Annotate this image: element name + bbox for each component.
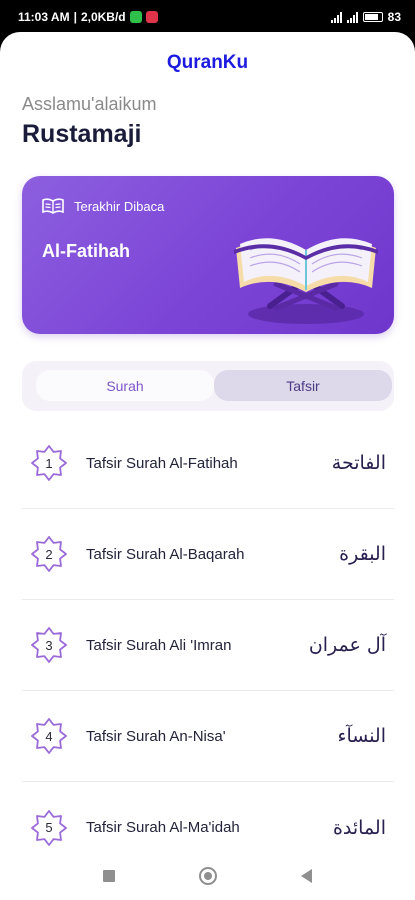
back-icon[interactable] <box>301 869 312 883</box>
tafsir-list: 1 Tafsir Surah Al-Fatihah الفاتحة 2 Tafs… <box>22 418 394 873</box>
app-notification-icon <box>129 11 142 23</box>
item-title: Tafsir Surah Al-Ma'idah <box>86 819 240 836</box>
book-icon <box>42 198 64 214</box>
item-title: Tafsir Surah Al-Fatihah <box>86 454 238 472</box>
tab-surah[interactable]: Surah <box>36 370 214 401</box>
battery-level: 83 <box>387 10 401 24</box>
status-speed: 2,0KB/d <box>80 10 126 24</box>
system-nav-bar <box>0 852 415 900</box>
status-separator: | <box>73 10 77 24</box>
status-right: 83 <box>330 10 401 24</box>
last-read-tag: Terakhir Dibaca <box>42 198 164 214</box>
app-title: QuranKu <box>166 52 249 73</box>
list-item[interactable]: 2 Tafsir Surah Al-Baqarah البقرة <box>22 509 394 600</box>
status-time: 11:03 AM <box>18 10 70 24</box>
list-item[interactable]: 3 Tafsir Surah Ali 'Imran آل عمران <box>22 600 394 691</box>
number-badge: 3 <box>31 627 67 663</box>
signal-icon <box>330 11 342 23</box>
last-read-label: Terakhir Dibaca <box>74 198 165 214</box>
greeting-text: Asslamu'alaikum <box>22 94 157 114</box>
last-read-surah: Al-Fatihah <box>42 241 130 261</box>
status-left: 11:03 AM | 2,0KB/d <box>18 10 158 24</box>
item-number: 2 <box>45 546 53 562</box>
number-badge: 4 <box>31 718 67 754</box>
item-number: 3 <box>45 637 53 653</box>
battery-icon <box>362 12 383 22</box>
item-arabic: البقرة <box>339 543 386 565</box>
tab-bar: Surah Tafsir <box>22 361 394 411</box>
open-quran-illustration <box>234 238 378 324</box>
status-bar: 11:03 AM | 2,0KB/d 83 <box>0 0 415 34</box>
list-item[interactable]: 1 Tafsir Surah Al-Fatihah الفاتحة <box>22 418 394 509</box>
tab-tafsir[interactable]: Tafsir <box>214 370 392 401</box>
app-notification-icon <box>145 11 158 23</box>
item-number: 4 <box>45 728 53 744</box>
item-arabic: النسآء <box>337 725 386 747</box>
number-badge: 5 <box>31 809 67 846</box>
last-read-card[interactable]: Terakhir Dibaca Al-Fatihah <box>22 176 394 334</box>
main-screen: QuranKu Asslamu'alaikum Rustamaji Terakh… <box>0 32 415 900</box>
home-icon[interactable] <box>199 867 217 885</box>
item-title: Tafsir Surah An-Nisa' <box>86 727 226 745</box>
recent-apps-icon[interactable] <box>103 870 115 882</box>
signal-icon <box>346 11 358 23</box>
number-badge: 1 <box>31 445 67 481</box>
item-arabic: المائدة <box>332 816 386 839</box>
number-badge: 2 <box>31 536 67 572</box>
list-item[interactable]: 4 Tafsir Surah An-Nisa' النسآء <box>22 691 394 782</box>
item-title: Tafsir Surah Al-Baqarah <box>86 545 245 563</box>
item-number: 5 <box>45 820 53 835</box>
item-arabic: الفاتحة <box>331 452 386 474</box>
user-name: Rustamaji <box>22 120 142 148</box>
item-number: 1 <box>45 455 53 471</box>
item-title: Tafsir Surah Ali 'Imran <box>86 636 232 654</box>
item-arabic: آل عمران <box>308 634 386 656</box>
